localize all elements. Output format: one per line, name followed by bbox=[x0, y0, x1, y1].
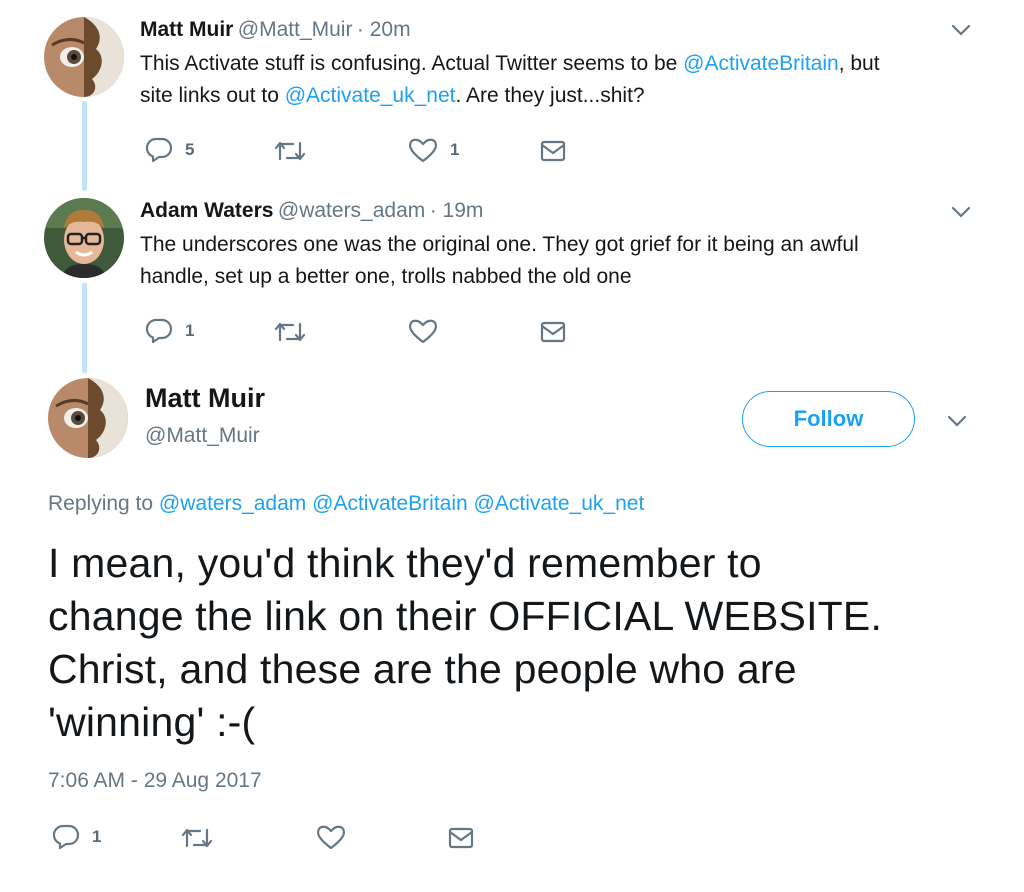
mention-link[interactable]: @Activate_uk_net bbox=[285, 84, 456, 107]
mention-link[interactable]: @waters_adam bbox=[159, 492, 306, 515]
text-line: change the link on their OFFICIAL WEBSIT… bbox=[48, 593, 883, 639]
reply-icon bbox=[145, 137, 173, 163]
like-count: 1 bbox=[450, 140, 460, 159]
author-handle[interactable]: @waters_adam bbox=[278, 199, 425, 222]
text-line: Christ, and these are the people who are bbox=[48, 646, 797, 692]
like-button[interactable] bbox=[408, 318, 438, 344]
text-segment: site links out to bbox=[140, 84, 285, 107]
mention-link[interactable]: @Activate_uk_net bbox=[474, 492, 645, 515]
author-handle[interactable]: @Matt_Muir bbox=[145, 424, 260, 448]
chevron-down-icon[interactable] bbox=[950, 204, 972, 220]
chevron-down-icon[interactable] bbox=[950, 22, 972, 38]
message-button[interactable] bbox=[540, 321, 566, 343]
author-name[interactable]: Matt Muir bbox=[140, 18, 233, 41]
retweet-icon bbox=[274, 141, 306, 161]
reply-count: 5 bbox=[185, 140, 195, 159]
reply-button[interactable]: 1 bbox=[145, 318, 194, 344]
avatar[interactable] bbox=[44, 198, 124, 278]
tweet-header: Adam Waters @waters_adam · 19m bbox=[140, 199, 483, 223]
message-icon bbox=[448, 827, 474, 849]
like-button[interactable] bbox=[316, 824, 346, 850]
like-button[interactable]: 1 bbox=[408, 137, 459, 163]
tweet-time[interactable]: · 19m bbox=[430, 199, 484, 222]
retweet-button[interactable] bbox=[273, 320, 307, 344]
author-name[interactable]: Matt Muir bbox=[145, 383, 265, 414]
chevron-down-icon[interactable] bbox=[946, 413, 968, 429]
text-segment: , but bbox=[838, 52, 880, 75]
tweet-text: This Activate stuff is confusing. Actual… bbox=[140, 48, 990, 112]
mention-link[interactable]: @ActivateBritain bbox=[312, 492, 468, 515]
message-button[interactable] bbox=[540, 140, 566, 162]
avatar[interactable] bbox=[48, 378, 128, 458]
retweet-icon bbox=[274, 322, 306, 342]
tweet-text: The underscores one was the original one… bbox=[140, 229, 1000, 293]
text-line: I mean, you'd think they'd remember to bbox=[48, 540, 762, 586]
message-button[interactable] bbox=[448, 827, 474, 849]
author-handle[interactable]: @Matt_Muir bbox=[238, 18, 353, 41]
tweet-time[interactable]: · 20m bbox=[357, 18, 411, 41]
reply-icon bbox=[52, 824, 80, 850]
reply-count: 1 bbox=[92, 827, 102, 846]
tweet-header: Matt Muir @Matt_Muir · 20m bbox=[140, 18, 411, 42]
reply-icon bbox=[145, 318, 173, 344]
thread-line bbox=[82, 283, 87, 373]
text-line: handle, set up a better one, trolls nabb… bbox=[140, 265, 632, 288]
timestamp[interactable]: 7:06 AM - 29 Aug 2017 bbox=[48, 769, 262, 793]
text-line: The underscores one was the original one… bbox=[140, 233, 859, 256]
text-segment: . Are they just...shit? bbox=[455, 84, 645, 107]
reply-button[interactable]: 5 bbox=[145, 137, 194, 163]
replying-prefix: Replying to bbox=[48, 492, 154, 515]
reply-count: 1 bbox=[185, 321, 195, 340]
text-line: 'winning' :-( bbox=[48, 699, 256, 745]
like-icon bbox=[317, 825, 345, 850]
retweet-button[interactable] bbox=[273, 139, 307, 163]
reply-button[interactable]: 1 bbox=[52, 824, 101, 850]
message-icon bbox=[540, 140, 566, 162]
retweet-button[interactable] bbox=[180, 826, 214, 850]
like-icon bbox=[409, 319, 437, 344]
thread-line bbox=[82, 101, 87, 191]
follow-button[interactable]: Follow bbox=[742, 391, 915, 447]
replying-to: Replying to @waters_adam @ActivateBritai… bbox=[48, 492, 644, 516]
main-tweet-text: I mean, you'd think they'd remember to c… bbox=[48, 537, 1008, 749]
retweet-icon bbox=[181, 828, 213, 848]
text-segment: This Activate stuff is confusing. Actual… bbox=[140, 52, 684, 75]
mention-link[interactable]: @ActivateBritain bbox=[683, 52, 839, 75]
follow-label: Follow bbox=[793, 406, 864, 431]
message-icon bbox=[540, 321, 566, 343]
like-icon bbox=[409, 138, 437, 163]
avatar[interactable] bbox=[44, 17, 124, 97]
author-name[interactable]: Adam Waters bbox=[140, 199, 273, 222]
